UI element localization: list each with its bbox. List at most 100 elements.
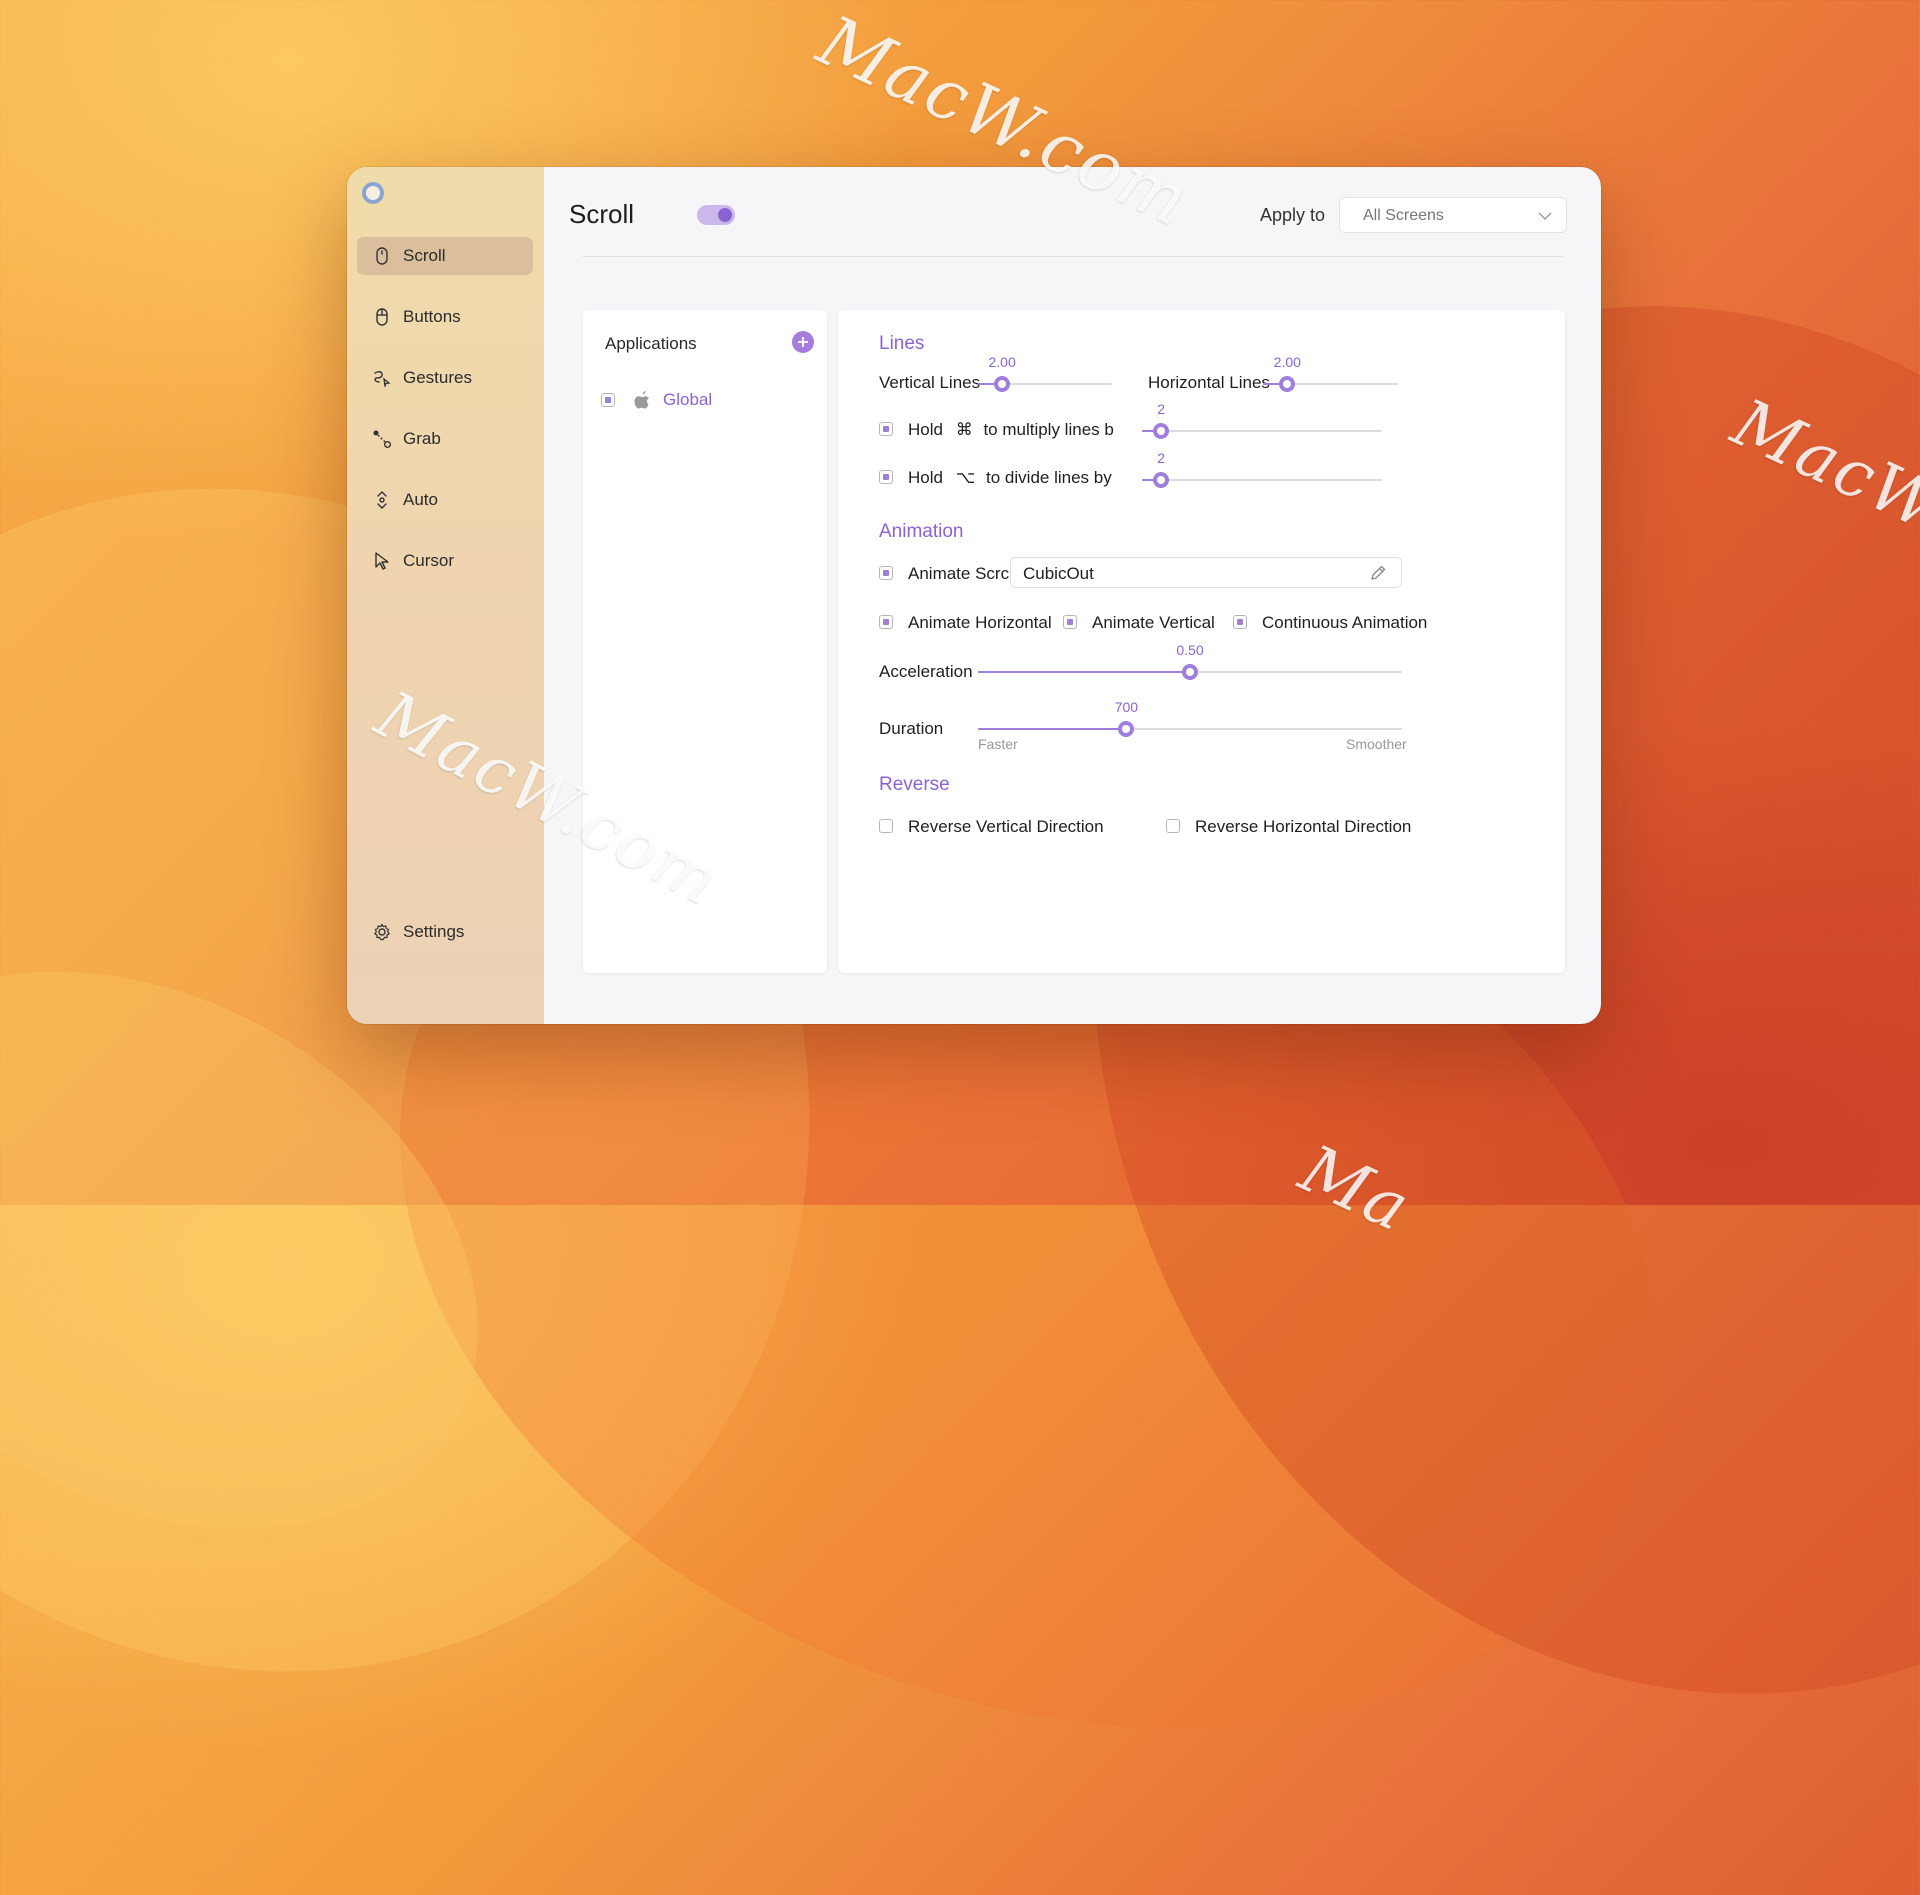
continuous-animation-checkbox[interactable] — [1233, 615, 1247, 629]
sidebar-item-cursor[interactable]: Cursor — [357, 542, 533, 580]
slider-value: 700 — [1114, 699, 1139, 715]
divide-lines-label: Hold ⌥ to divide lines by — [908, 468, 1112, 488]
slider-thumb[interactable] — [1279, 376, 1296, 392]
applications-panel: Applications Global — [583, 310, 827, 973]
scroll-settings-panel: Lines Vertical Lines 2.00 Horizontal Lin… — [838, 310, 1565, 973]
duration-label: Duration — [879, 719, 944, 738]
option-key-icon: ⌥ — [955, 468, 976, 487]
slider-track — [1142, 479, 1382, 481]
reverse-vertical-label: Reverse Vertical Direction — [908, 817, 1104, 836]
duration-min-label: Faster — [978, 736, 1018, 752]
reverse-vertical-checkbox[interactable] — [879, 819, 893, 833]
sidebar-nav: Scroll Buttons Gestures Grab Auto Cursor — [357, 237, 533, 603]
divide-suffix: to divide lines by — [986, 468, 1112, 487]
reverse-section-title: Reverse — [879, 774, 950, 795]
horizontal-lines-slider[interactable]: 2.00 — [1263, 354, 1398, 396]
auto-scroll-icon — [373, 490, 391, 510]
vertical-lines-slider[interactable]: 2.00 — [978, 354, 1112, 396]
application-label: Global — [663, 390, 713, 409]
apply-to-value: All Screens — [1363, 207, 1444, 224]
divide-prefix: Hold — [908, 468, 943, 487]
add-application-button[interactable] — [792, 331, 814, 353]
sidebar-item-label: Gestures — [403, 368, 472, 387]
sidebar-item-gestures[interactable]: Gestures — [357, 359, 533, 397]
sidebar-item-auto[interactable]: Auto — [357, 481, 533, 519]
gesture-icon — [373, 368, 391, 388]
plus-icon — [798, 337, 808, 347]
animate-horizontal-label: Animate Horizontal — [908, 613, 1052, 632]
vertical-lines-label: Vertical Lines — [879, 373, 981, 392]
app-logo-icon — [362, 182, 384, 204]
slider-thumb[interactable] — [1153, 423, 1170, 439]
sidebar-item-label: Scroll — [403, 246, 446, 265]
multiply-lines-slider[interactable]: 2 — [1142, 401, 1382, 443]
slider-value: 2.00 — [988, 354, 1016, 370]
cursor-arrow-icon — [373, 551, 391, 571]
application-checkbox[interactable] — [601, 393, 615, 407]
animate-horizontal-checkbox[interactable] — [879, 615, 893, 629]
animation-curve-value: CubicOut — [1023, 564, 1094, 583]
apple-logo-icon — [633, 390, 651, 410]
application-row-global[interactable]: Global — [601, 388, 712, 412]
sidebar-item-label: Grab — [403, 429, 441, 448]
horizontal-lines-label: Horizontal Lines — [1148, 373, 1270, 392]
sidebar-item-buttons[interactable]: Buttons — [357, 298, 533, 336]
sidebar-item-scroll[interactable]: Scroll — [357, 237, 533, 275]
duration-slider[interactable]: 700 — [978, 699, 1402, 741]
apply-to-label: Apply to — [1260, 205, 1326, 225]
reverse-horizontal-checkbox[interactable] — [1166, 819, 1180, 833]
sidebar-item-label: Cursor — [403, 551, 455, 570]
lines-section-title: Lines — [879, 333, 925, 354]
slider-thumb[interactable] — [1118, 721, 1135, 737]
command-key-icon: ⌘ — [955, 420, 973, 439]
toggle-knob — [718, 208, 732, 222]
animate-scroll-label: Animate Scrc — [908, 564, 1010, 583]
chevron-down-icon — [1538, 208, 1552, 226]
multiply-suffix: to multiply lines b — [983, 420, 1114, 439]
animate-scroll-checkbox[interactable] — [879, 566, 893, 580]
pencil-edit-icon[interactable] — [1369, 564, 1387, 587]
sidebar-item-label: Settings — [403, 922, 465, 941]
slider-value: 2 — [1157, 450, 1166, 466]
slider-value: 2.00 — [1273, 354, 1301, 370]
slider-fill — [978, 671, 1190, 673]
sidebar-item-settings[interactable]: Settings — [357, 913, 549, 951]
animation-section-title: Animation — [879, 521, 964, 542]
slider-track — [1142, 430, 1382, 432]
sidebar-item-grab[interactable]: Grab — [357, 420, 533, 458]
header-divider — [583, 256, 1563, 257]
divide-lines-slider[interactable]: 2 — [1142, 450, 1382, 492]
grab-icon — [373, 429, 391, 449]
watermark: MacW.com — [1721, 384, 1920, 613]
sidebar-item-label: Auto — [403, 490, 438, 509]
apply-to-select[interactable]: All Screens — [1339, 197, 1567, 233]
watermark: Ma — [1288, 1130, 1423, 1247]
slider-thumb[interactable] — [1153, 472, 1170, 488]
acceleration-slider[interactable]: 0.50 — [978, 642, 1402, 684]
app-window: Scroll Buttons Gestures Grab Auto Cursor… — [347, 167, 1601, 1024]
slider-value: 2 — [1157, 401, 1166, 417]
continuous-animation-label: Continuous Animation — [1262, 613, 1428, 632]
multiply-lines-label: Hold ⌘ to multiply lines b — [908, 420, 1114, 440]
slider-thumb[interactable] — [994, 376, 1011, 392]
scroll-enable-toggle[interactable] — [697, 205, 735, 225]
slider-thumb[interactable] — [1182, 664, 1198, 680]
slider-value: 0.50 — [1176, 642, 1204, 658]
reverse-horizontal-label: Reverse Horizontal Direction — [1195, 817, 1412, 836]
animate-vertical-checkbox[interactable] — [1063, 615, 1077, 629]
duration-max-label: Smoother — [1346, 736, 1407, 752]
sidebar: Scroll Buttons Gestures Grab Auto Cursor… — [347, 167, 544, 1024]
slider-fill — [978, 728, 1127, 730]
page-title: Scroll — [569, 199, 635, 229]
divide-lines-checkbox[interactable] — [879, 470, 893, 484]
mouse-buttons-icon — [373, 307, 391, 327]
animate-vertical-label: Animate Vertical — [1092, 613, 1215, 632]
multiply-lines-checkbox[interactable] — [879, 422, 893, 436]
mouse-icon — [373, 246, 391, 266]
sidebar-item-label: Buttons — [403, 307, 461, 326]
main-content: Scroll Apply to All Screens Applications… — [544, 167, 1601, 1024]
acceleration-label: Acceleration — [879, 662, 973, 681]
animation-curve-field[interactable]: CubicOut — [1010, 557, 1402, 588]
gear-icon — [373, 922, 391, 942]
multiply-prefix: Hold — [908, 420, 943, 439]
